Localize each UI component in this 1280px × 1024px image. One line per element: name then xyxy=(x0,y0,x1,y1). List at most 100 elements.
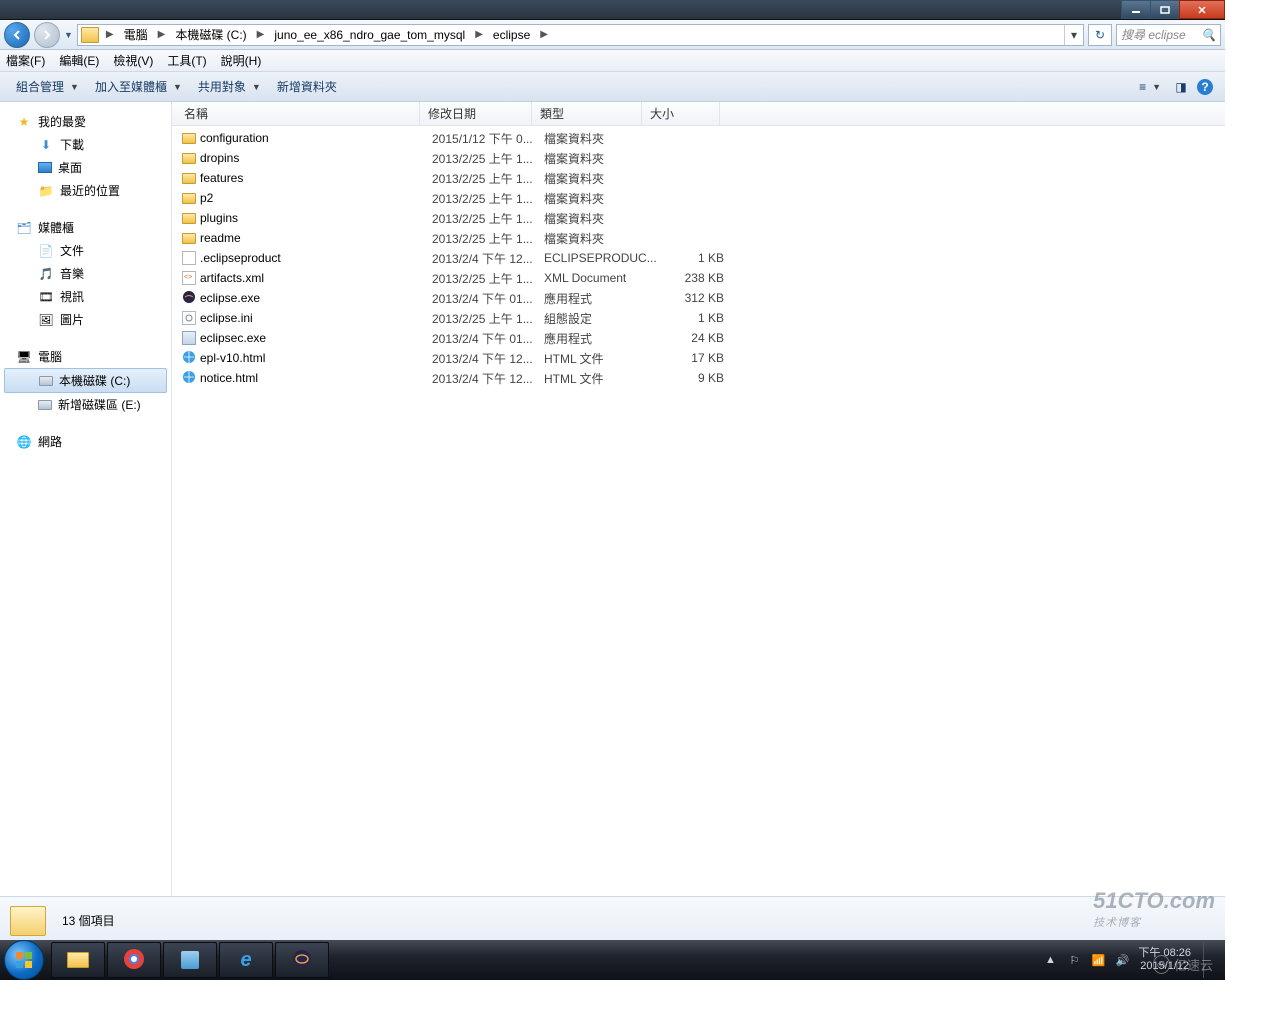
file-type: 檔案資料夾 xyxy=(544,130,654,147)
menu-view[interactable]: 檢視(V) xyxy=(113,52,153,69)
file-name: epl-v10.html xyxy=(200,351,265,365)
eclipse-icon xyxy=(291,948,313,973)
file-date: 2013/2/25 上午 1... xyxy=(432,270,544,287)
network-icon: 🌐 xyxy=(16,434,32,450)
breadcrumb-computer[interactable]: 電腦 xyxy=(118,25,154,45)
file-row[interactable]: notice.html2013/2/4 下午 12...HTML 文件9 KB xyxy=(172,368,1225,388)
address-dropdown-icon[interactable]: ▾ xyxy=(1064,25,1083,45)
breadcrumb-folder-1[interactable]: juno_ee_x86_ndro_gae_tom_mysql xyxy=(268,25,471,45)
title-bar xyxy=(0,0,1225,20)
sidebar-computer[interactable]: 🖥電腦 xyxy=(0,345,171,368)
preview-pane-button[interactable]: ◨ xyxy=(1169,75,1193,99)
taskbar-eclipse[interactable] xyxy=(275,942,329,978)
file-list[interactable]: configuration2015/1/12 下午 0...檔案資料夾dropi… xyxy=(172,126,1225,896)
file-type: 檔案資料夾 xyxy=(544,170,654,187)
breadcrumb-arrow-icon[interactable]: ▶ xyxy=(102,29,118,40)
help-button[interactable]: ? xyxy=(1193,75,1217,99)
file-size: 1 KB xyxy=(654,251,724,265)
file-row[interactable]: plugins2013/2/25 上午 1...檔案資料夾 xyxy=(172,208,1225,228)
sidebar-item-pictures[interactable]: 🖼圖片 xyxy=(0,308,171,331)
breadcrumb-arrow-icon[interactable]: ▶ xyxy=(154,29,170,40)
file-date: 2013/2/25 上午 1... xyxy=(432,230,544,247)
file-icon xyxy=(182,251,196,265)
menu-edit[interactable]: 編輯(E) xyxy=(59,52,99,69)
sidebar-item-documents[interactable]: 📄文件 xyxy=(0,239,171,262)
sidebar-item-drive-e[interactable]: 新增磁碟區 (E:) xyxy=(0,393,171,416)
desktop-icon xyxy=(38,162,52,173)
menu-help[interactable]: 說明(H) xyxy=(221,52,262,69)
file-row[interactable]: eclipse.ini2013/2/25 上午 1...組態設定1 KB xyxy=(172,308,1225,328)
back-button[interactable] xyxy=(4,22,30,48)
tray-clock[interactable]: 下午 08:26 2015/1/12 xyxy=(1138,947,1191,973)
menu-tools[interactable]: 工具(T) xyxy=(167,52,206,69)
sidebar-item-desktop[interactable]: 桌面 xyxy=(0,156,171,179)
menu-bar: 檔案(F) 編輯(E) 檢視(V) 工具(T) 說明(H) xyxy=(0,50,1225,72)
file-row[interactable]: configuration2015/1/12 下午 0...檔案資料夾 xyxy=(172,128,1225,148)
file-row[interactable]: readme2013/2/25 上午 1...檔案資料夾 xyxy=(172,228,1225,248)
folder-icon xyxy=(182,153,196,164)
sidebar-network[interactable]: 🌐網路 xyxy=(0,430,171,453)
taskbar-ie[interactable]: e xyxy=(219,942,273,978)
file-row[interactable]: eclipsec.exe2013/2/4 下午 01...應用程式24 KB xyxy=(172,328,1225,348)
minimize-button[interactable] xyxy=(1121,0,1151,19)
organize-button[interactable]: 組合管理▼ xyxy=(8,72,87,101)
include-library-button[interactable]: 加入至媒體櫃▼ xyxy=(87,72,190,101)
address-bar[interactable]: ▶ 電腦 ▶ 本機磁碟 (C:) ▶ juno_ee_x86_ndro_gae_… xyxy=(77,24,1084,46)
file-type: HTML 文件 xyxy=(544,370,654,387)
view-options-button[interactable]: ≡▼ xyxy=(1131,72,1169,101)
tray-volume-icon[interactable]: 🔊 xyxy=(1114,952,1130,968)
file-date: 2013/2/4 下午 12... xyxy=(432,250,544,267)
sidebar-item-downloads[interactable]: ⬇下載 xyxy=(0,133,171,156)
show-desktop-button[interactable] xyxy=(1203,942,1213,978)
details-pane: 13 個項目 xyxy=(0,896,1225,944)
sidebar-item-videos[interactable]: 🎞視訊 xyxy=(0,285,171,308)
tray-chevron-icon[interactable]: ▲ xyxy=(1042,952,1058,968)
sidebar-favorites[interactable]: ★我的最愛 xyxy=(0,110,171,133)
eclipse-exe-icon xyxy=(182,290,196,307)
file-row[interactable]: dropins2013/2/25 上午 1...檔案資料夾 xyxy=(172,148,1225,168)
start-button[interactable] xyxy=(4,940,44,980)
file-type: 檔案資料夾 xyxy=(544,190,654,207)
sidebar-item-recent[interactable]: 📁最近的位置 xyxy=(0,179,171,202)
column-name[interactable]: 名稱 xyxy=(172,102,420,125)
forward-button[interactable] xyxy=(34,22,60,48)
breadcrumb-folder-2[interactable]: eclipse xyxy=(487,25,536,45)
share-button[interactable]: 共用對象▼ xyxy=(190,72,269,101)
sidebar-item-music[interactable]: 🎵音樂 xyxy=(0,262,171,285)
file-date: 2013/2/25 上午 1... xyxy=(432,310,544,327)
tray-action-icon[interactable]: ⚐ xyxy=(1066,952,1082,968)
file-date: 2013/2/25 上午 1... xyxy=(432,190,544,207)
tray-network-icon[interactable]: 📶 xyxy=(1090,952,1106,968)
file-type: 檔案資料夾 xyxy=(544,230,654,247)
file-row[interactable]: <>artifacts.xml2013/2/25 上午 1...XML Docu… xyxy=(172,268,1225,288)
column-size[interactable]: 大小 xyxy=(642,102,720,125)
new-folder-button[interactable]: 新增資料夾 xyxy=(269,72,345,101)
status-folder-icon xyxy=(10,906,46,936)
taskbar-explorer[interactable] xyxy=(51,942,105,978)
document-icon: 📄 xyxy=(38,243,54,259)
column-date[interactable]: 修改日期 xyxy=(420,102,532,125)
file-row[interactable]: epl-v10.html2013/2/4 下午 12...HTML 文件17 K… xyxy=(172,348,1225,368)
sidebar-item-drive-c[interactable]: 本機磁碟 (C:) xyxy=(4,368,167,393)
taskbar-app1[interactable] xyxy=(163,942,217,978)
help-icon: ? xyxy=(1197,79,1213,95)
breadcrumb-arrow-icon[interactable]: ▶ xyxy=(471,29,487,40)
file-row[interactable]: eclipse.exe2013/2/4 下午 01...應用程式312 KB xyxy=(172,288,1225,308)
file-row[interactable]: p22013/2/25 上午 1...檔案資料夾 xyxy=(172,188,1225,208)
menu-file[interactable]: 檔案(F) xyxy=(6,52,45,69)
breadcrumb-arrow-icon[interactable]: ▶ xyxy=(253,29,269,40)
close-button[interactable] xyxy=(1179,0,1225,19)
maximize-button[interactable] xyxy=(1150,0,1180,19)
history-dropdown-icon[interactable]: ▼ xyxy=(64,30,73,40)
search-input[interactable]: 搜尋 eclipse 🔍 xyxy=(1116,24,1221,46)
refresh-button[interactable]: ↻ xyxy=(1088,24,1112,46)
file-name: features xyxy=(200,171,243,185)
column-type[interactable]: 類型 xyxy=(532,102,642,125)
file-row[interactable]: .eclipseproduct2013/2/4 下午 12...ECLIPSEP… xyxy=(172,248,1225,268)
breadcrumb-arrow-icon[interactable]: ▶ xyxy=(536,29,552,40)
file-row[interactable]: features2013/2/25 上午 1...檔案資料夾 xyxy=(172,168,1225,188)
breadcrumb-drive[interactable]: 本機磁碟 (C:) xyxy=(169,25,252,45)
sidebar-libraries[interactable]: 🗂媒體櫃 xyxy=(0,216,171,239)
taskbar-chrome[interactable] xyxy=(107,942,161,978)
main-area: ★我的最愛 ⬇下載 桌面 📁最近的位置 🗂媒體櫃 📄文件 🎵音樂 🎞視訊 🖼圖片… xyxy=(0,102,1225,896)
